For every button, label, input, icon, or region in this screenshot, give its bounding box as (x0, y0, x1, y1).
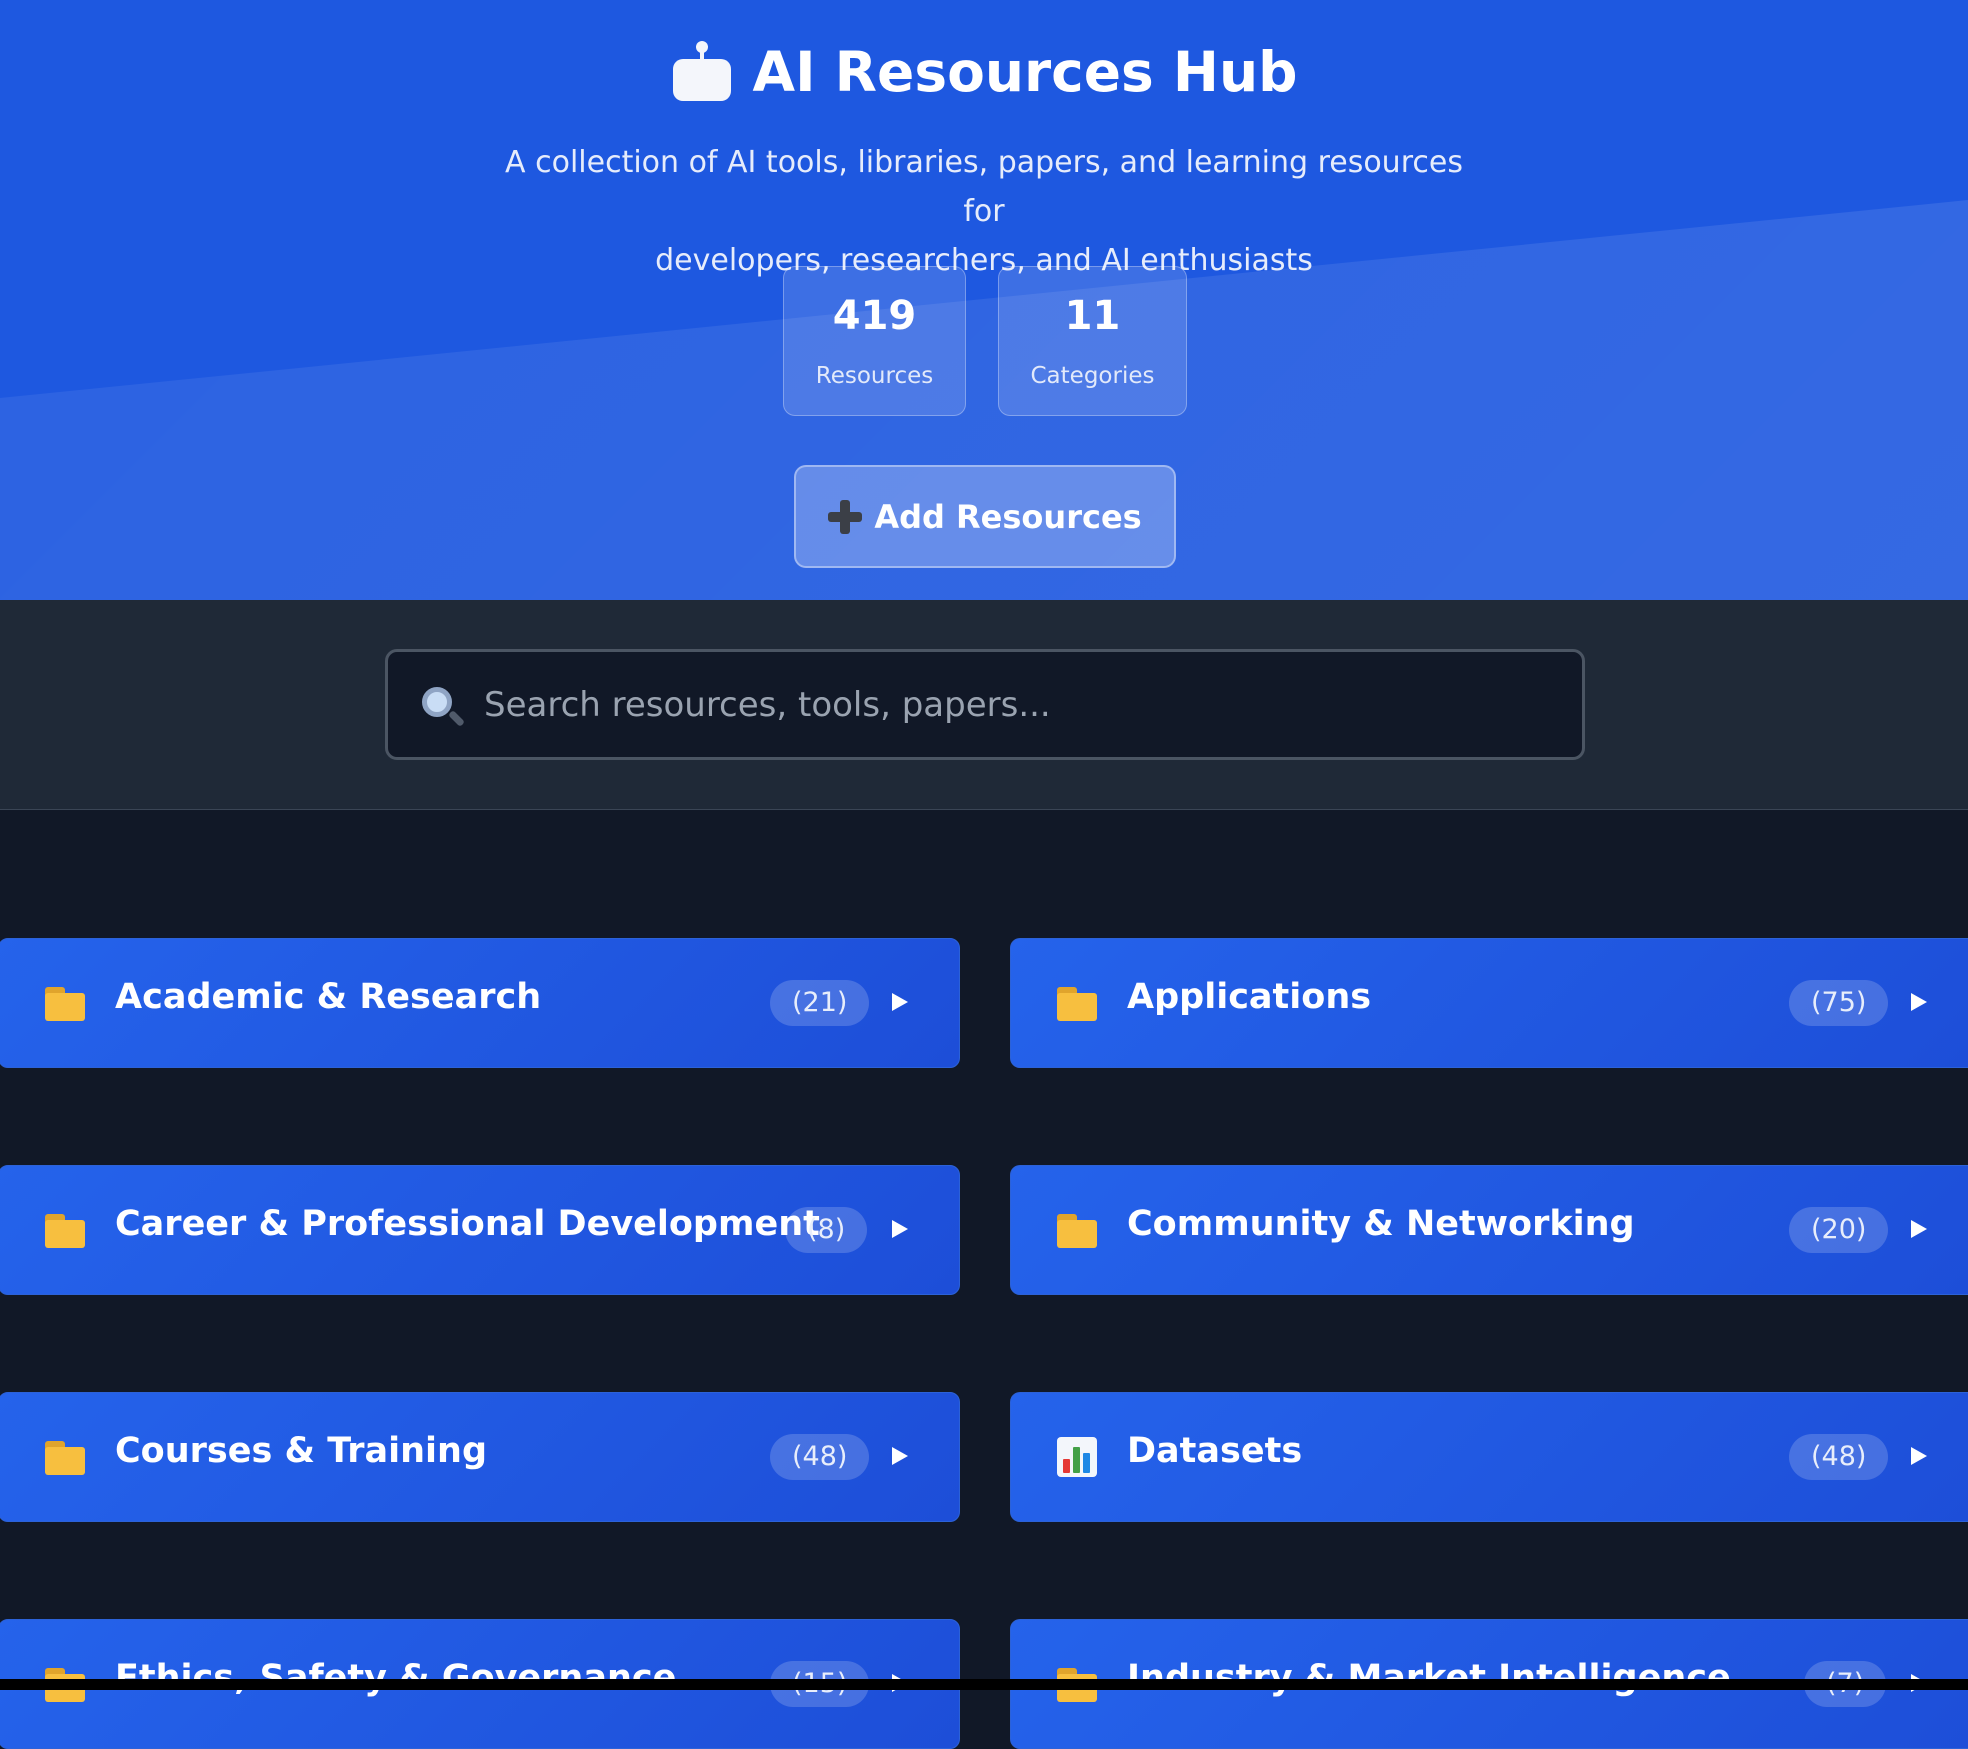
category-label: Career & Professional Development (115, 1204, 820, 1244)
category-label: Community & Networking (1127, 1204, 1635, 1244)
folder-icon (1055, 1208, 1099, 1252)
search-section (0, 600, 1968, 810)
category-card-career-professional-development[interactable]: Career & Professional Development (8) (0, 1165, 960, 1295)
stat-label: Resources (815, 363, 934, 389)
category-count-badge: (8) (785, 1207, 868, 1253)
page-subtitle: A collection of AI tools, libraries, pap… (484, 138, 1484, 285)
chevron-right-icon[interactable] (1911, 1447, 1927, 1465)
chevron-right-icon[interactable] (1911, 993, 1927, 1011)
add-resources-button[interactable]: Add Resources (794, 465, 1176, 568)
category-card-academic-research[interactable]: Academic & Research (21) (0, 938, 960, 1068)
category-card-courses-training[interactable]: Courses & Training (48) (0, 1392, 960, 1522)
search-input[interactable] (484, 670, 1564, 740)
stat-card-resources: 419 Resources (783, 266, 966, 416)
folder-icon (1055, 981, 1099, 1025)
robot-icon (671, 41, 733, 103)
hero-header: AI Resources Hub A collection of AI tool… (0, 0, 1968, 600)
page-title: AI Resources Hub (0, 40, 1968, 104)
chevron-right-icon[interactable] (892, 1447, 908, 1465)
category-label: Courses & Training (115, 1431, 487, 1471)
bar-chart-icon (1055, 1435, 1099, 1479)
stat-card-categories: 11 Categories (998, 266, 1187, 416)
category-card-applications[interactable]: Applications (75) (1010, 938, 1968, 1068)
subtitle-line-2: developers, researchers, and AI enthusia… (655, 243, 1313, 278)
folder-icon (43, 1435, 87, 1479)
category-card-community-networking[interactable]: Community & Networking (20) (1010, 1165, 1968, 1295)
plus-icon (828, 499, 863, 534)
category-label: Ethics, Safety & Governance (115, 1658, 677, 1698)
search-box[interactable] (385, 649, 1585, 760)
chevron-right-icon[interactable] (892, 993, 908, 1011)
add-resources-label: Add Resources (874, 497, 1142, 536)
category-count-badge: (48) (770, 1434, 870, 1480)
search-icon (420, 685, 466, 731)
category-label: Industry & Market Intelligence (1127, 1658, 1731, 1698)
stat-value: 419 (832, 293, 917, 339)
category-card-datasets[interactable]: Datasets (48) (1010, 1392, 1968, 1522)
category-count-badge: (75) (1789, 980, 1889, 1026)
category-count-badge: (48) (1789, 1434, 1889, 1480)
viewport-bottom-edge (0, 1679, 1968, 1690)
stat-value: 11 (1064, 293, 1121, 339)
folder-icon (43, 1208, 87, 1252)
chevron-right-icon[interactable] (892, 1220, 908, 1238)
folder-icon (43, 981, 87, 1025)
stat-label: Categories (1030, 363, 1155, 389)
subtitle-line-1: A collection of AI tools, libraries, pap… (505, 145, 1463, 229)
category-label: Applications (1127, 977, 1372, 1017)
chevron-right-icon[interactable] (1911, 1220, 1927, 1238)
page-title-text: AI Resources Hub (752, 40, 1298, 104)
category-label: Datasets (1127, 1431, 1303, 1471)
category-label: Academic & Research (115, 977, 542, 1017)
category-count-badge: (21) (770, 980, 870, 1026)
category-count-badge: (20) (1789, 1207, 1889, 1253)
